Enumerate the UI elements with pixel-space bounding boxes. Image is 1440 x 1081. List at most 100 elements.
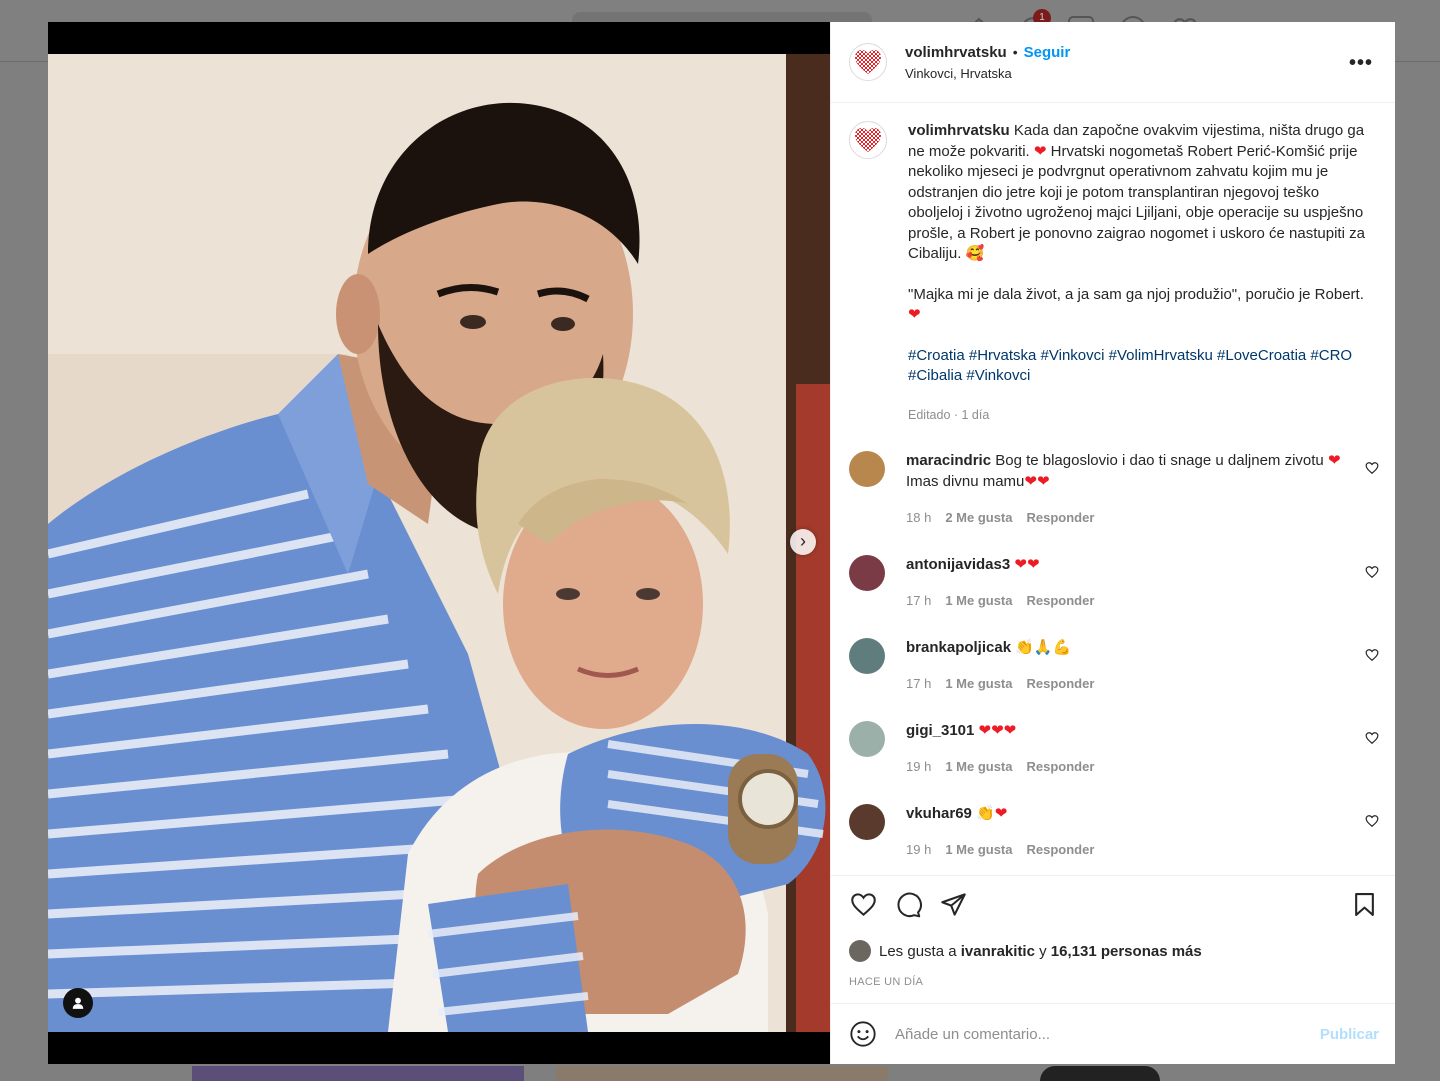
post-timestamp[interactable]: HACE UN DÍA xyxy=(849,976,923,988)
post-actions: Les gusta a ivanrakitic y 16,131 persona… xyxy=(831,875,1395,1003)
likes-count[interactable]: 16,131 personas más xyxy=(1051,943,1202,960)
commenter-username[interactable]: vkuhar69 xyxy=(906,805,972,822)
comment-like-heart-icon[interactable] xyxy=(1365,461,1379,475)
reply-button[interactable]: Responder xyxy=(1027,840,1095,861)
comment-text: maracindric Bog te blagoslovio i dao ti … xyxy=(906,451,1351,492)
like-button[interactable] xyxy=(849,890,878,919)
comment-likes[interactable]: 1 Me gusta xyxy=(945,757,1012,778)
post-location[interactable]: Vinkovci, Hrvatska xyxy=(905,66,1070,81)
comments-section[interactable]: volimhrvatsku Kada dan započne ovakvim v… xyxy=(831,103,1395,875)
publish-button[interactable]: Publicar xyxy=(1320,1026,1379,1043)
author-username[interactable]: volimhrvatsku xyxy=(905,44,1007,61)
post-header: volimhrvatsku • Seguir Vinkovci, Hrvatsk… xyxy=(831,22,1395,103)
commenter-username[interactable]: maracindric xyxy=(906,452,991,469)
comment-likes[interactable]: 1 Me gusta xyxy=(945,674,1012,695)
share-button[interactable] xyxy=(939,890,968,919)
liker-username[interactable]: ivanrakitic xyxy=(961,943,1035,960)
comment-likes[interactable]: 1 Me gusta xyxy=(945,840,1012,861)
reply-button[interactable]: Responder xyxy=(1027,757,1095,778)
comment-text: gigi_3101 ❤❤❤ xyxy=(906,721,1351,742)
more-options-button[interactable]: ••• xyxy=(1349,52,1373,75)
comment-meta: 19 h 1 Me gusta Responder xyxy=(906,840,1351,861)
caption-meta: Editado · 1 día xyxy=(908,407,990,422)
comment-item: maracindric Bog te blagoslovio i dao ti … xyxy=(849,451,1379,529)
emoji-icon[interactable] xyxy=(849,1020,877,1048)
comment-button[interactable] xyxy=(894,890,923,919)
separator-dot: • xyxy=(1012,44,1018,60)
post-sidebar: volimhrvatsku • Seguir Vinkovci, Hrvatsk… xyxy=(830,22,1395,1064)
commenter-username[interactable]: antonijavidas3 xyxy=(906,556,1010,573)
bookmark-icon xyxy=(1355,893,1374,916)
heart-emoji: ❤❤ xyxy=(1024,472,1050,490)
caption-author[interactable]: volimhrvatsku xyxy=(908,122,1010,139)
follow-button[interactable]: Seguir xyxy=(1024,44,1071,61)
comment-item: gigi_3101 ❤❤❤ 19 h 1 Me gusta Responder xyxy=(849,720,1379,778)
commenter-username[interactable]: brankapoljicak xyxy=(906,639,1011,656)
comment-time[interactable]: 17 h xyxy=(906,591,931,612)
post-caption: volimhrvatsku Kada dan započne ovakvim v… xyxy=(849,121,1379,425)
likes-connector: y xyxy=(1039,942,1047,960)
action-buttons xyxy=(849,890,968,919)
reply-button[interactable]: Responder xyxy=(1027,674,1095,695)
clap-pray-muscle-emoji: 👏🙏💪 xyxy=(1015,638,1072,656)
comment-like-heart-icon[interactable] xyxy=(1365,565,1379,579)
likes-summary[interactable]: Les gusta a ivanrakitic y 16,131 persona… xyxy=(849,940,1202,962)
comment-item: vkuhar69 👏❤ 19 h 1 Me gusta Responder xyxy=(849,803,1379,861)
heart-emoji: ❤ xyxy=(1033,142,1047,160)
post-media[interactable]: › xyxy=(48,22,830,1064)
comment-text: brankapoljicak 👏🙏💪 xyxy=(906,638,1351,659)
photo-illustration xyxy=(48,54,830,1032)
comment-time[interactable]: 19 h xyxy=(906,840,931,861)
checkered-heart-logo xyxy=(855,128,881,152)
commenter-avatar[interactable] xyxy=(849,803,885,840)
checkered-heart-logo xyxy=(855,50,881,74)
comment-likes[interactable]: 2 Me gusta xyxy=(945,508,1012,529)
heart-emoji: ❤ xyxy=(908,306,921,323)
comment-content: Bog te blagoslovio i dao ti snage u dalj… xyxy=(995,452,1324,469)
comment-likes[interactable]: 1 Me gusta xyxy=(945,591,1012,612)
post-photo xyxy=(48,54,830,1032)
chevron-right-icon: › xyxy=(800,531,806,551)
comment-like-heart-icon[interactable] xyxy=(1365,731,1379,745)
comment-time[interactable]: 19 h xyxy=(906,757,931,778)
comment-text: antonijavidas3 ❤❤ xyxy=(906,555,1351,576)
heart-emoji: ❤ xyxy=(1327,452,1341,469)
comment-like-heart-icon[interactable] xyxy=(1365,814,1379,828)
reply-button[interactable]: Responder xyxy=(1027,591,1095,612)
comment-meta: 19 h 1 Me gusta Responder xyxy=(906,757,1351,778)
caption-quote: "Majka mi je dala život, a ja sam ga njo… xyxy=(908,285,1368,326)
carousel-next-button[interactable]: › xyxy=(790,529,816,555)
comment-like-heart-icon[interactable] xyxy=(1365,648,1379,662)
comment-content-2: Imas divnu mamu xyxy=(906,472,1025,490)
tagged-users-button[interactable] xyxy=(63,988,93,1018)
comment-meta: 18 h 2 Me gusta Responder xyxy=(906,508,1351,529)
liker-avatar xyxy=(849,940,871,962)
reply-button[interactable]: Responder xyxy=(1027,508,1095,529)
save-button[interactable] xyxy=(1350,890,1379,919)
author-avatar[interactable] xyxy=(849,121,887,159)
comment-icon xyxy=(897,892,922,918)
hearts-emoji: ❤❤ xyxy=(1014,555,1040,573)
caption-text: volimhrvatsku Kada dan započne ovakvim v… xyxy=(908,121,1368,265)
author-avatar[interactable] xyxy=(849,43,887,81)
hearts-emoji: ❤❤❤ xyxy=(978,721,1017,739)
comment-meta: 17 h 1 Me gusta Responder xyxy=(906,674,1351,695)
commenter-avatar[interactable] xyxy=(849,637,885,674)
add-comment-input[interactable] xyxy=(895,1025,1320,1043)
comment-time[interactable]: 18 h xyxy=(906,508,931,529)
user-tag-icon xyxy=(72,997,84,1009)
background-thumbnail xyxy=(192,1066,524,1081)
commenter-avatar[interactable] xyxy=(849,451,885,487)
background-thumbnail xyxy=(1040,1066,1160,1081)
caption-part-3: "Majka mi je dala život, a ja sam ga njo… xyxy=(908,285,1364,303)
commenter-avatar[interactable] xyxy=(849,720,885,757)
commenter-avatar[interactable] xyxy=(849,554,885,591)
commenter-username[interactable]: gigi_3101 xyxy=(906,722,974,739)
caption-hashtags[interactable]: #Croatia #Hrvatska #Vinkovci #VolimHrvat… xyxy=(908,346,1368,387)
more-dots-icon: ••• xyxy=(1348,52,1373,74)
heart-emoji: ❤ xyxy=(994,804,1008,822)
add-comment-bar: Publicar xyxy=(831,1003,1395,1064)
likes-prefix: Les gusta a xyxy=(879,942,957,960)
share-icon xyxy=(941,893,966,916)
comment-time[interactable]: 17 h xyxy=(906,674,931,695)
